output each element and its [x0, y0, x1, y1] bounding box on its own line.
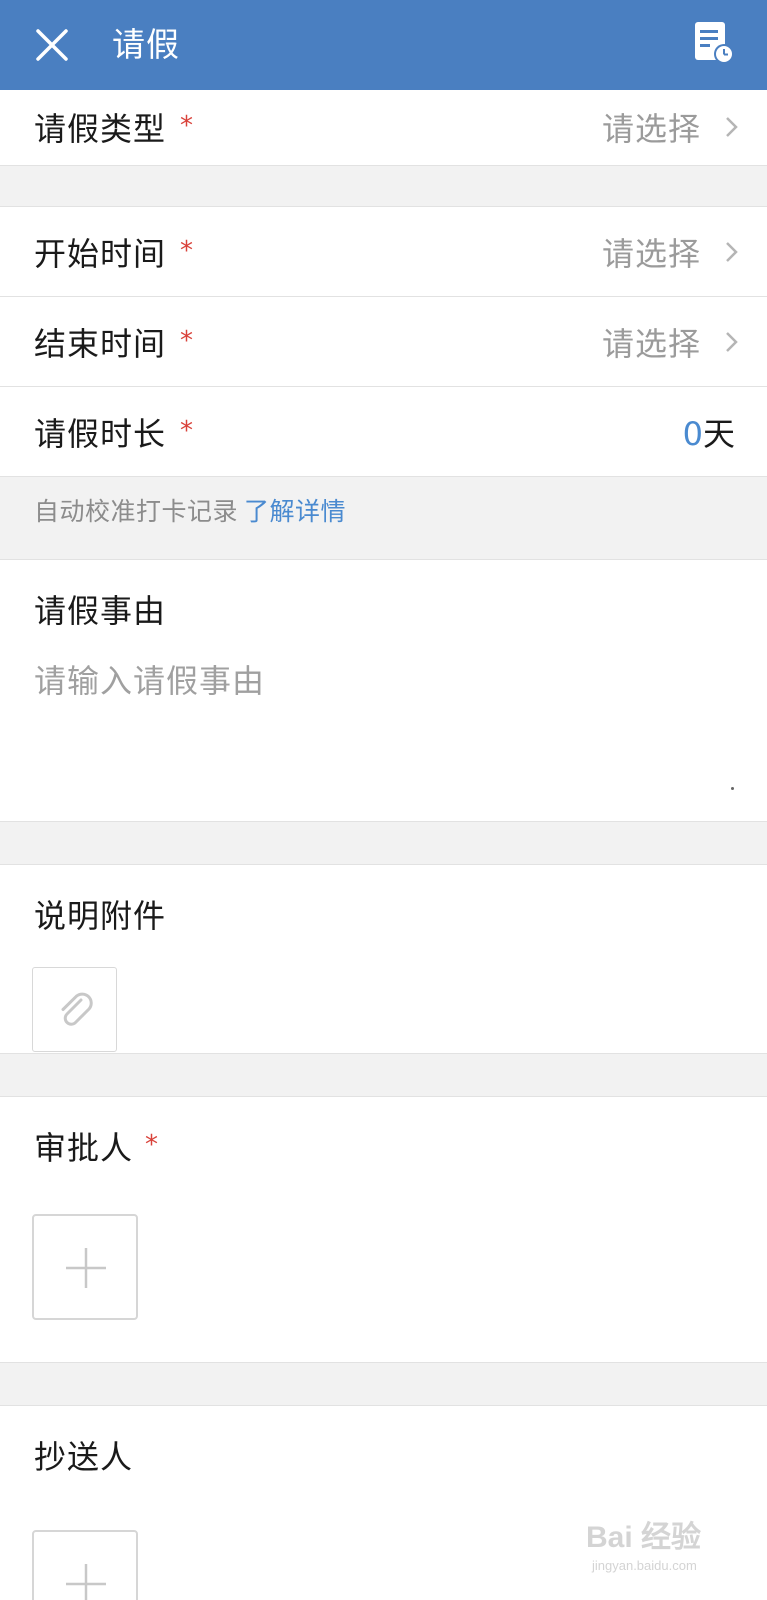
- add-cc-button[interactable]: [32, 1530, 138, 1600]
- leave-type-label: 请假类型 *: [34, 110, 195, 148]
- watermark-text: Bai 经验: [586, 1521, 702, 1554]
- history-icon[interactable]: [691, 20, 737, 66]
- chevron-right-icon: [726, 242, 738, 262]
- attachment-label: 说明附件: [34, 897, 167, 935]
- end-time-row[interactable]: 结束时间 * 请选择: [0, 297, 767, 387]
- required-mark: *: [180, 236, 195, 266]
- auto-calibrate-hint: 自动校准打卡记录 了解详情: [34, 497, 347, 526]
- duration-row: 请假时长 * 0天: [0, 387, 767, 477]
- duration-value: 0天: [683, 409, 735, 455]
- duration-unit: 天: [702, 415, 735, 453]
- divider: [0, 1053, 767, 1054]
- attachment-card: 说明附件: [0, 865, 767, 1053]
- plus-icon: [66, 1564, 106, 1600]
- start-time-row[interactable]: 开始时间 * 请选择: [0, 207, 767, 297]
- leave-request-page: 请假 请假类型 * 请选择 开始时间 * 请选择 结束时间 * 请选择 请假时长…: [0, 0, 767, 1600]
- approver-label: 审批人 *: [34, 1129, 160, 1167]
- required-mark: *: [180, 111, 195, 141]
- plus-icon: [66, 1248, 106, 1288]
- end-time-value: 请选择: [601, 325, 701, 363]
- end-time-label: 结束时间 *: [34, 325, 195, 363]
- close-icon[interactable]: [32, 25, 72, 65]
- start-time-label: 开始时间 *: [34, 235, 195, 273]
- chevron-right-icon: [726, 117, 738, 137]
- required-mark: *: [180, 326, 195, 356]
- divider: [0, 821, 767, 822]
- add-attachment-button[interactable]: [32, 967, 117, 1052]
- resize-dot: [731, 787, 734, 790]
- divider: [0, 476, 767, 477]
- add-approver-button[interactable]: [32, 1214, 138, 1320]
- leave-type-card: 请假类型 * 请选择: [0, 90, 767, 165]
- leave-type-value: 请选择: [601, 110, 701, 148]
- duration-number: 0: [682, 415, 703, 453]
- divider: [0, 1362, 767, 1363]
- required-mark: *: [145, 1130, 160, 1160]
- baidu-watermark: Bai 经验 jingyan.baidu.com: [586, 1512, 736, 1592]
- divider: [0, 165, 767, 166]
- start-time-value: 请选择: [601, 235, 701, 273]
- leave-type-row[interactable]: 请假类型 * 请选择: [0, 82, 767, 172]
- page-title: 请假: [112, 25, 180, 64]
- approver-card: 审批人 *: [0, 1097, 767, 1362]
- reason-label: 请假事由: [34, 592, 167, 630]
- cc-label: 抄送人: [34, 1438, 134, 1476]
- duration-label: 请假时长 *: [34, 415, 195, 453]
- chevron-right-icon: [726, 332, 738, 352]
- paperclip-icon: [61, 992, 93, 1026]
- reason-card: 请假事由 请输入请假事由: [0, 560, 767, 821]
- time-card: 开始时间 * 请选择 结束时间 * 请选择 请假时长 * 0天: [0, 207, 767, 476]
- top-bar: 请假: [0, 0, 767, 90]
- reason-input[interactable]: 请输入请假事由: [34, 656, 265, 702]
- learn-more-link[interactable]: 了解详情: [244, 497, 346, 526]
- watermark-url: jingyan.baidu.com: [592, 1558, 697, 1573]
- required-mark: *: [180, 416, 195, 446]
